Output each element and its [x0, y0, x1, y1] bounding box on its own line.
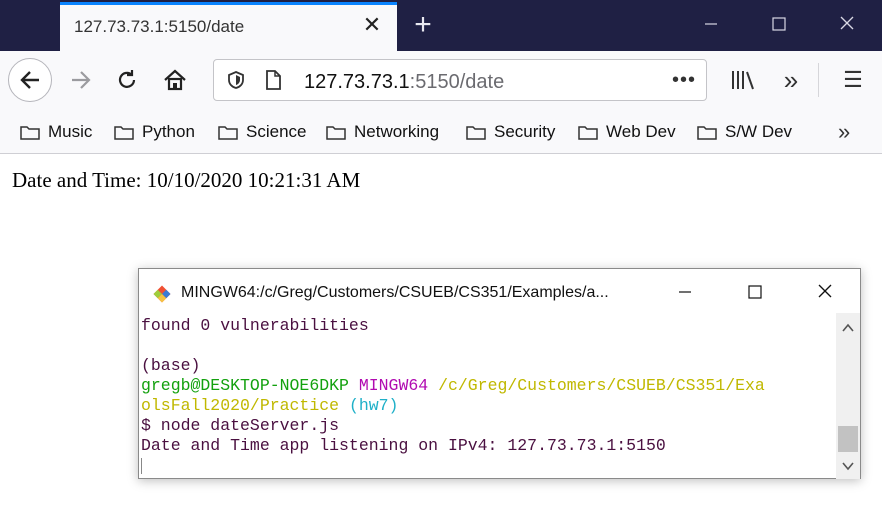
bookmark-music[interactable]: Music — [20, 121, 92, 143]
folder-icon — [466, 125, 486, 140]
shield-icon[interactable] — [226, 70, 246, 90]
folder-icon — [218, 125, 238, 140]
arrow-right-icon — [72, 71, 91, 89]
terminal-maximize-button[interactable] — [737, 280, 773, 306]
tab-active[interactable]: 127.73.73.1:5150/date ✕ — [60, 2, 397, 51]
bookmark-label: Music — [48, 122, 93, 141]
maximize-icon — [748, 285, 762, 299]
terminal-title: MINGW64:/c/Greg/Customers/CSUEB/CS351/Ex… — [181, 284, 609, 301]
page-date-text: Date and Time: 10/10/2020 10:21:31 AM — [12, 168, 361, 192]
terminal-titlebar[interactable]: MINGW64:/c/Greg/Customers/CSUEB/CS351/Ex… — [139, 269, 860, 313]
maximize-icon — [772, 17, 786, 31]
terminal-prompt-line: gregb@DESKTOP-NOE6DKP MINGW64 /c/Greg/Cu… — [141, 376, 837, 396]
reload-button[interactable] — [108, 61, 146, 99]
bookmark-sw-dev[interactable]: S/W Dev — [697, 121, 792, 143]
terminal-command-line: $ node dateServer.js — [141, 416, 340, 435]
bookmark-security[interactable]: Security — [466, 121, 555, 143]
menu-button[interactable]: ☰ — [834, 61, 872, 99]
reload-icon — [118, 70, 136, 88]
terminal-cursor — [141, 457, 142, 474]
close-icon — [840, 16, 854, 30]
bookmark-python[interactable]: Python — [114, 121, 195, 143]
arrow-left-icon — [20, 71, 39, 89]
page-actions-button[interactable]: ••• — [672, 69, 696, 92]
terminal-prompt-line-wrap: olsFall2020/Practice (hw7) — [141, 396, 837, 416]
chevron-down-icon — [842, 462, 854, 471]
prompt-path-continued: olsFall2020/Practice — [141, 396, 340, 415]
bookmark-label: Python — [142, 122, 195, 141]
browser-window: 127.73.73.1:5150/date ✕ + 127.73.73.1:51… — [0, 0, 882, 522]
bookmarks-overflow-button[interactable]: » — [838, 119, 850, 145]
tab-strip: 127.73.73.1:5150/date ✕ + — [0, 0, 882, 51]
toolbar-overflow-button[interactable]: » — [772, 61, 810, 99]
terminal-cursor-line — [141, 456, 837, 476]
terminal-window[interactable]: MINGW64:/c/Greg/Customers/CSUEB/CS351/Ex… — [138, 268, 861, 479]
url-text: 127.73.73.1:5150/date — [304, 71, 504, 94]
terminal-output[interactable]: found 0 vulnerabilities (base) gregb@DESK… — [139, 313, 837, 479]
minimize-icon — [705, 23, 717, 25]
folder-icon — [326, 125, 346, 140]
terminal-line: (base) — [141, 356, 201, 375]
back-button[interactable] — [8, 58, 52, 102]
folder-icon — [697, 125, 717, 140]
bookmark-label: Security — [494, 122, 556, 141]
library-icon — [732, 71, 754, 90]
folder-icon — [114, 125, 134, 140]
prompt-branch: (hw7) — [348, 396, 399, 415]
bookmark-label: Science — [246, 122, 307, 141]
scrollbar-thumb[interactable] — [838, 426, 858, 452]
terminal-minimize-button[interactable] — [667, 280, 703, 306]
bookmark-label: Networking — [354, 122, 440, 141]
toolbar-divider — [818, 63, 819, 97]
bookmark-label: S/W Dev — [725, 122, 793, 141]
url-host: 127.73.73.1 — [304, 71, 410, 93]
bookmark-networking[interactable]: Networking — [326, 121, 439, 143]
window-maximize-button[interactable] — [756, 10, 802, 40]
close-icon — [818, 284, 832, 298]
page-info-icon[interactable] — [264, 69, 282, 91]
nav-toolbar: 127.73.73.1:5150/date ••• » ☰ — [0, 51, 882, 109]
url-path: :5150/date — [409, 71, 505, 93]
bookmark-label: Web Dev — [606, 122, 676, 141]
git-icon — [153, 285, 171, 303]
scroll-down-button[interactable] — [836, 457, 860, 475]
home-button[interactable] — [156, 61, 194, 99]
minimize-icon — [679, 291, 691, 293]
folder-icon — [20, 125, 40, 140]
forward-button[interactable] — [62, 61, 100, 99]
library-button[interactable] — [724, 61, 762, 99]
scroll-up-button[interactable] — [836, 319, 860, 337]
url-bar[interactable]: 127.73.73.1:5150/date ••• — [213, 59, 707, 101]
new-tab-button[interactable]: + — [408, 8, 438, 42]
terminal-close-button[interactable] — [807, 280, 843, 306]
prompt-user: gregb@DESKTOP-NOE6DKP — [141, 376, 349, 395]
window-close-button[interactable] — [824, 10, 870, 40]
tab-title: 127.73.73.1:5150/date — [74, 17, 245, 36]
tab-close-icon[interactable]: ✕ — [359, 12, 385, 38]
terminal-line: Date and Time app listening on IPv4: 127… — [141, 436, 666, 455]
window-minimize-button[interactable] — [688, 10, 734, 40]
tab-accent-line — [60, 2, 397, 5]
terminal-line: found 0 vulnerabilities — [141, 316, 369, 335]
home-icon — [164, 69, 186, 91]
bookmark-web-dev[interactable]: Web Dev — [578, 121, 676, 143]
prompt-system: MINGW64 — [358, 376, 429, 395]
prompt-path: /c/Greg/Customers/CSUEB/CS351/Exa — [438, 376, 765, 395]
bookmark-science[interactable]: Science — [218, 121, 306, 143]
terminal-scrollbar[interactable] — [836, 313, 860, 479]
chevron-up-icon — [842, 323, 854, 332]
folder-icon — [578, 125, 598, 140]
bookmarks-bar: Music Python Science Networking Security… — [0, 109, 882, 154]
